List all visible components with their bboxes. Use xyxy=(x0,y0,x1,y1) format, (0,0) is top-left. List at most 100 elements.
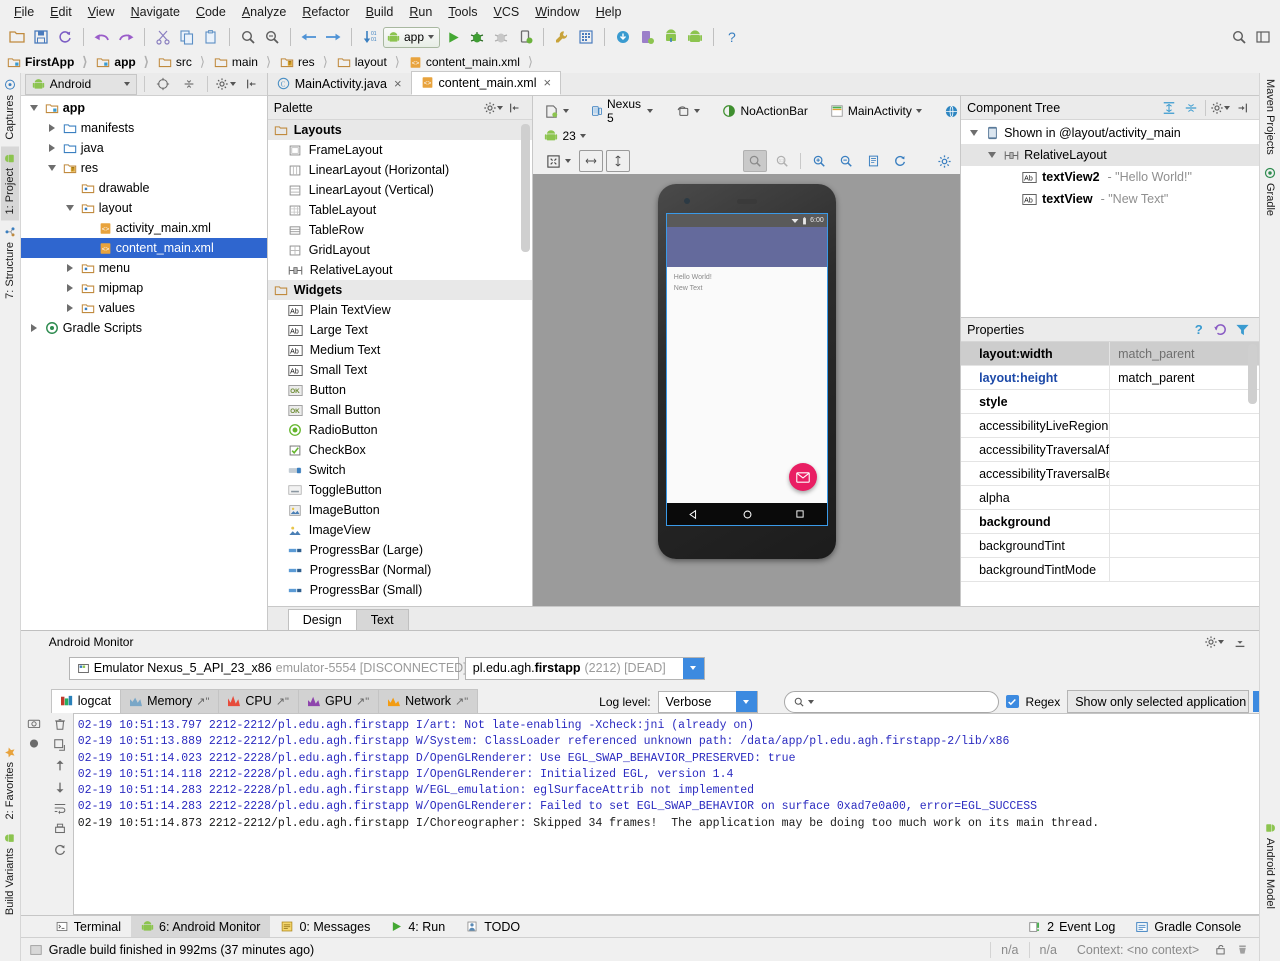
palette-item-radiobutton[interactable]: RadioButton xyxy=(268,420,533,440)
tree-node-values[interactable]: values xyxy=(21,298,267,318)
menu-item-code[interactable]: Code xyxy=(188,3,234,21)
tree-node-manifests[interactable]: manifests xyxy=(21,118,267,138)
orientation-selector[interactable] xyxy=(670,102,705,120)
tree-node-gradle-scripts[interactable]: Gradle Scripts xyxy=(21,318,267,338)
twisty-collapsed[interactable] xyxy=(30,324,37,332)
activity-selector[interactable]: MainActivity xyxy=(825,102,927,120)
monitor-tab-network[interactable]: Network ↗" xyxy=(378,689,479,713)
menu-item-navigate[interactable]: Navigate xyxy=(123,3,188,21)
tree-twisty[interactable] xyxy=(27,105,41,111)
zoom-out-icon[interactable] xyxy=(834,150,858,172)
breadcrumb-item-0[interactable]: FirstApp ⟩ xyxy=(4,52,93,72)
close-icon[interactable]: × xyxy=(394,76,402,91)
palette-item-imageview[interactable]: ImageView xyxy=(268,520,533,540)
property-value[interactable] xyxy=(1109,462,1259,485)
palette-item-linearlayout--vertical-[interactable]: LinearLayout (Vertical) xyxy=(268,180,533,200)
tree-node-res[interactable]: res xyxy=(21,158,267,178)
zoom-height-icon[interactable] xyxy=(606,150,631,172)
tool-button-todo[interactable]: TODO xyxy=(455,916,530,937)
property-row-layout-height[interactable]: layout:height match_parent xyxy=(961,366,1260,390)
component-node-relativelayout[interactable]: RelativeLayout xyxy=(961,144,1260,166)
memory-indicator-icon[interactable] xyxy=(1231,939,1253,961)
render-icon[interactable] xyxy=(861,150,885,172)
tool-button-0--messages[interactable]: 0: Messages xyxy=(270,916,380,937)
copy-icon[interactable] xyxy=(176,26,198,48)
close-icon[interactable]: × xyxy=(544,75,552,90)
sync-icon[interactable] xyxy=(54,26,76,48)
property-row-background[interactable]: background xyxy=(961,510,1260,534)
menu-item-run[interactable]: Run xyxy=(401,3,440,21)
property-value[interactable] xyxy=(1109,438,1259,461)
device-preview[interactable]: 6:00 Hello World! New Text xyxy=(657,184,836,559)
android-nav-bar[interactable] xyxy=(666,503,827,525)
device-config-icon[interactable] xyxy=(539,102,574,121)
redo-icon[interactable] xyxy=(115,26,137,48)
palette-item-plain-textview[interactable]: Ab Plain TextView xyxy=(268,300,533,320)
menu-item-vcs[interactable]: VCS xyxy=(486,3,528,21)
project-tree[interactable]: app manifests java res drawable layout <> activ… xyxy=(20,96,267,630)
designer-tab-text[interactable]: Text xyxy=(355,609,409,630)
twisty-expanded[interactable] xyxy=(988,152,997,158)
breadcrumb-item-3[interactable]: main ⟩ xyxy=(211,52,277,72)
forward-icon[interactable] xyxy=(322,26,344,48)
palette-item-togglebutton[interactable]: ToggleButton xyxy=(268,480,533,500)
update-project-icon[interactable]: 01 01 xyxy=(359,26,381,48)
component-twisty[interactable] xyxy=(985,152,999,158)
palette-item-progressbar--large-[interactable]: ProgressBar (Large) xyxy=(268,540,533,560)
property-row-backgroundtint[interactable]: backgroundTint xyxy=(961,534,1260,558)
download-icon[interactable] xyxy=(612,26,634,48)
detach-icon[interactable]: ↗" xyxy=(455,695,468,708)
scope-filter-combo[interactable]: Show only selected application xyxy=(1067,690,1275,713)
properties-table[interactable]: layout:width match_parent layout:height mat… xyxy=(961,342,1260,606)
menu-item-build[interactable]: Build xyxy=(358,3,402,21)
monitor-tab-logcat[interactable]: logcat xyxy=(50,689,122,713)
zoom-width-icon[interactable] xyxy=(579,150,604,172)
menu-item-refactor[interactable]: Refactor xyxy=(294,3,357,21)
tree-twisty[interactable] xyxy=(27,324,41,332)
target-icon[interactable] xyxy=(152,73,174,95)
attach-debugger-icon[interactable] xyxy=(514,26,536,48)
expand-all-icon[interactable] xyxy=(1158,97,1180,119)
palette-item-large-text[interactable]: Ab Large Text xyxy=(268,320,533,340)
twisty-collapsed[interactable] xyxy=(66,304,73,312)
properties-scrollbar[interactable] xyxy=(1248,344,1258,404)
tree-twisty[interactable] xyxy=(63,205,77,211)
zoom-in-icon[interactable] xyxy=(807,150,831,172)
sidebar-item-maven[interactable]: Maven Projects xyxy=(1261,73,1279,161)
chevron-down-icon[interactable] xyxy=(123,82,130,86)
help-icon[interactable]: ? xyxy=(1187,319,1209,341)
hide-icon[interactable] xyxy=(504,97,526,119)
restore-icon[interactable] xyxy=(1209,319,1231,341)
filter-icon[interactable] xyxy=(1231,319,1253,341)
monitor-tab-cpu[interactable]: CPU ↗" xyxy=(218,689,299,713)
property-value[interactable]: match_parent xyxy=(1109,366,1259,389)
property-row-layout-width[interactable]: layout:width match_parent xyxy=(961,342,1260,366)
property-value[interactable] xyxy=(1109,558,1259,581)
sidebar-item-captures[interactable]: Captures xyxy=(1,73,19,146)
palette-group-widgets[interactable]: Widgets xyxy=(267,280,533,300)
menu-item-file[interactable]: File xyxy=(6,3,42,21)
palette-item-switch[interactable]: Switch xyxy=(268,460,533,480)
log-level-arrow[interactable] xyxy=(735,691,757,712)
menu-item-window[interactable]: Window xyxy=(527,3,587,21)
android-icon[interactable] xyxy=(684,26,706,48)
save-all-icon[interactable] xyxy=(30,26,52,48)
breadcrumb-item-1[interactable]: app ⟩ xyxy=(93,52,154,72)
sidebar-item-structure[interactable]: 7: Structure xyxy=(1,220,19,305)
property-row-backgroundtintmode[interactable]: backgroundTintMode xyxy=(961,558,1260,582)
debug-icon[interactable] xyxy=(466,26,488,48)
menu-item-analyze[interactable]: Analyze xyxy=(234,3,294,21)
floating-action-button[interactable] xyxy=(788,463,817,491)
gear-icon[interactable] xyxy=(482,97,504,119)
palette-item-linearlayout--horizontal-[interactable]: LinearLayout (Horizontal) xyxy=(268,160,533,180)
run-configuration-selector[interactable]: app xyxy=(383,26,441,48)
component-node-shown-in--layout-activity-main[interactable]: Shown in @layout/activity_main xyxy=(961,122,1259,144)
property-value[interactable] xyxy=(1109,390,1259,413)
gear-icon[interactable] xyxy=(215,73,237,95)
component-node-textview2[interactable]: Ab textView2 - "Hello World!" xyxy=(961,166,1259,188)
tree-node-app[interactable]: app xyxy=(21,98,267,118)
property-row-accessibilityliveregion[interactable]: accessibilityLiveRegion xyxy=(961,414,1260,438)
tree-twisty[interactable] xyxy=(63,304,77,312)
twisty-expanded[interactable] xyxy=(29,105,38,111)
tree-twisty[interactable] xyxy=(45,144,59,152)
